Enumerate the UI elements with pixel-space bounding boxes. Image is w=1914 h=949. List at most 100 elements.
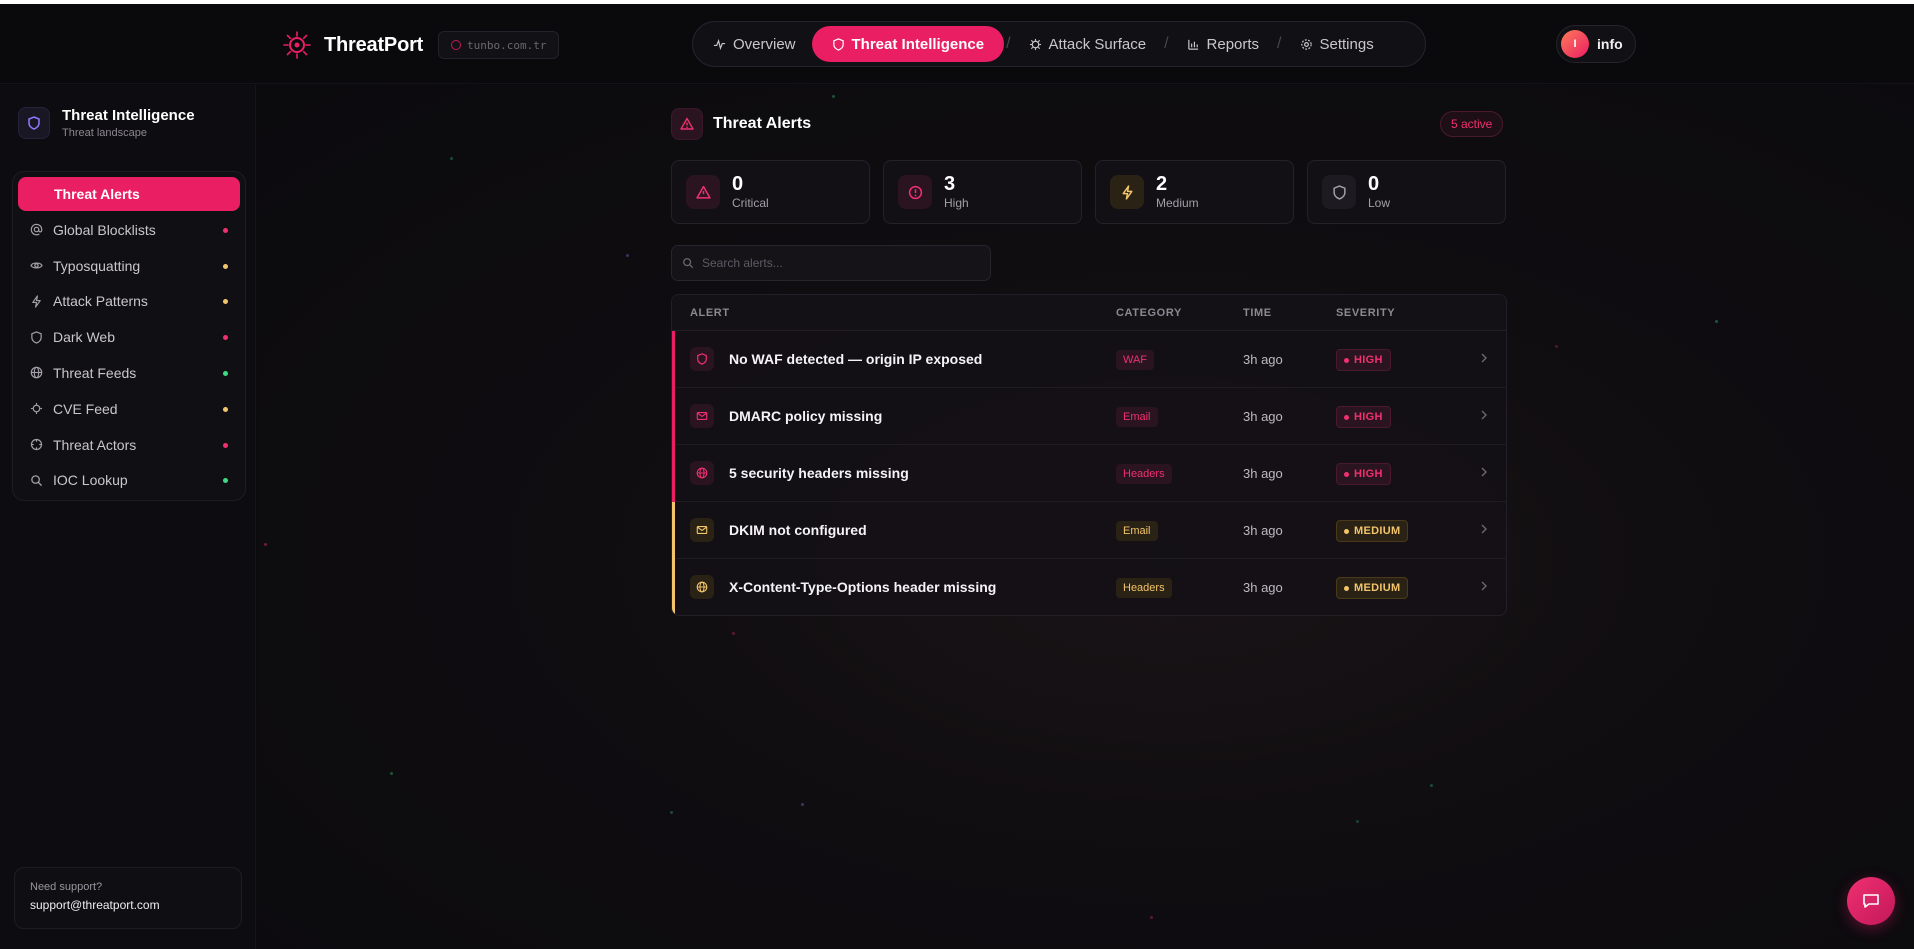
nav-overview[interactable]: Overview bbox=[697, 26, 812, 62]
shield-icon bbox=[832, 37, 844, 51]
category-badge: Email bbox=[1116, 407, 1158, 427]
table-row[interactable]: No WAF detected — origin IP exposed WAF … bbox=[672, 331, 1506, 388]
app-header: ThreatPort tunbo.com.tr Overview Threat … bbox=[0, 4, 1914, 84]
warning-icon bbox=[686, 175, 720, 209]
nav-settings[interactable]: Settings bbox=[1284, 26, 1390, 62]
search-icon bbox=[31, 475, 43, 486]
background-star bbox=[1150, 916, 1153, 919]
nav-threat-intelligence[interactable]: Threat Intelligence bbox=[811, 26, 1005, 62]
nav-separator: / bbox=[1006, 35, 1011, 52]
alert-title: DKIM not configured bbox=[729, 522, 867, 538]
chevron-right-icon bbox=[1481, 467, 1487, 477]
alerts-table: ALERT CATEGORY TIME SEVERITY No WAF dete… bbox=[671, 294, 1507, 616]
severity-badge: HIGH bbox=[1336, 406, 1391, 428]
severity-label: MEDIUM bbox=[1354, 582, 1401, 594]
stat-card-low[interactable]: 0 Low bbox=[1307, 160, 1506, 224]
stat-card-medium[interactable]: 2 Medium bbox=[1095, 160, 1294, 224]
alert-time: 3h ago bbox=[1243, 409, 1283, 424]
nav-attack-surface-label: Attack Surface bbox=[1048, 35, 1147, 53]
stat-card-critical[interactable]: 0 Critical bbox=[671, 160, 870, 224]
chat-support-button[interactable] bbox=[1847, 877, 1895, 925]
search-box bbox=[671, 245, 991, 281]
column-header-alert[interactable]: ALERT bbox=[690, 307, 730, 319]
status-dot bbox=[223, 478, 228, 484]
stat-label: Medium bbox=[1156, 196, 1199, 210]
sidebar-item-threat-alerts[interactable]: Threat Alerts bbox=[18, 177, 240, 211]
domain-selector[interactable]: tunbo.com.tr bbox=[438, 31, 560, 59]
alert-title: 5 security headers missing bbox=[729, 465, 909, 481]
severity-badge: HIGH bbox=[1336, 463, 1391, 485]
globe-icon bbox=[30, 367, 43, 379]
stat-card-high[interactable]: 3 High bbox=[883, 160, 1082, 224]
sidebar-header: Threat Intelligence Threat landscape bbox=[18, 107, 195, 139]
alert-time: 3h ago bbox=[1243, 523, 1283, 538]
background-star bbox=[1430, 784, 1433, 787]
background-star bbox=[450, 157, 453, 160]
active-count-badge: 5 active bbox=[1440, 111, 1504, 137]
bolt-icon bbox=[1110, 175, 1144, 209]
category-badge: WAF bbox=[1116, 350, 1155, 370]
background-star bbox=[390, 772, 393, 775]
sidebar-item-ioc-lookup[interactable]: IOC Lookup bbox=[18, 463, 240, 497]
stat-label: Critical bbox=[732, 196, 769, 210]
brand[interactable]: ThreatPort bbox=[282, 30, 423, 60]
bug-icon bbox=[30, 403, 43, 415]
sidebar-title: Threat Intelligence bbox=[62, 107, 195, 124]
severity-bar bbox=[672, 502, 675, 559]
column-header-category[interactable]: CATEGORY bbox=[1116, 307, 1182, 319]
status-dot bbox=[223, 299, 228, 305]
severity-label: MEDIUM bbox=[1354, 525, 1401, 537]
status-dot bbox=[223, 335, 228, 341]
bug-icon bbox=[1029, 38, 1041, 50]
table-row[interactable]: X-Content-Type-Options header missing He… bbox=[672, 559, 1506, 615]
activity-icon bbox=[713, 38, 726, 50]
search-icon bbox=[683, 258, 694, 269]
category-badge: Headers bbox=[1116, 464, 1172, 484]
nav-separator: / bbox=[1277, 35, 1282, 52]
status-dot bbox=[223, 406, 228, 412]
background-star bbox=[801, 803, 804, 806]
status-dot bbox=[223, 442, 228, 448]
mail-icon bbox=[690, 518, 714, 542]
nav-attack-surface[interactable]: Attack Surface bbox=[1013, 26, 1163, 62]
column-header-severity[interactable]: SEVERITY bbox=[1336, 307, 1395, 319]
user-menu[interactable]: I info bbox=[1556, 25, 1636, 63]
status-dot bbox=[223, 370, 228, 376]
at-icon bbox=[30, 224, 43, 236]
sidebar-item-typosquatting[interactable]: Typosquatting bbox=[18, 249, 240, 283]
nav-threat-intelligence-label: Threat Intelligence bbox=[851, 35, 985, 53]
sidebar-item-dark-web[interactable]: Dark Web bbox=[18, 320, 240, 354]
domain-label: tunbo.com.tr bbox=[467, 38, 547, 52]
sidebar-item-label: CVE Feed bbox=[53, 400, 118, 417]
nav-reports[interactable]: Reports bbox=[1171, 26, 1276, 62]
sidebar-item-attack-patterns[interactable]: Attack Patterns bbox=[18, 284, 240, 318]
search-input[interactable] bbox=[702, 256, 972, 270]
sidebar-item-threat-feeds[interactable]: Threat Feeds bbox=[18, 356, 240, 390]
table-row[interactable]: 5 security headers missing Headers 3h ag… bbox=[672, 445, 1506, 502]
shield-icon bbox=[31, 330, 42, 344]
chevron-right-icon bbox=[1481, 524, 1487, 534]
sidebar-item-label: Attack Patterns bbox=[53, 293, 148, 310]
severity-badge: MEDIUM bbox=[1336, 520, 1409, 542]
avatar: I bbox=[1561, 30, 1589, 58]
sidebar-item-label: Threat Alerts bbox=[54, 186, 140, 202]
sidebar-item-threat-actors[interactable]: Threat Actors bbox=[18, 428, 240, 462]
sidebar-item-label: Global Blocklists bbox=[53, 221, 156, 238]
table-header: ALERT CATEGORY TIME SEVERITY bbox=[672, 295, 1506, 331]
sidebar-item-cve-feed[interactable]: CVE Feed bbox=[18, 392, 240, 426]
bar-chart-icon bbox=[1187, 39, 1198, 50]
sidebar-subtitle: Threat landscape bbox=[62, 127, 147, 139]
stat-label: High bbox=[944, 196, 969, 210]
background-star bbox=[264, 543, 267, 546]
column-header-time[interactable]: TIME bbox=[1243, 307, 1272, 319]
background-star bbox=[1555, 345, 1558, 348]
warning-icon bbox=[671, 108, 703, 140]
table-row[interactable]: DMARC policy missing Email 3h ago HIGH bbox=[672, 388, 1506, 445]
category-badge: Email bbox=[1116, 521, 1158, 541]
status-dot bbox=[223, 263, 228, 269]
alert-time: 3h ago bbox=[1243, 352, 1283, 367]
sidebar-item-global-blocklists[interactable]: Global Blocklists bbox=[18, 213, 240, 247]
sidebar-item-label: IOC Lookup bbox=[53, 472, 128, 489]
table-row[interactable]: DKIM not configured Email 3h ago MEDIUM bbox=[672, 502, 1506, 559]
support-email-link[interactable]: support@threatport.com bbox=[30, 898, 226, 912]
